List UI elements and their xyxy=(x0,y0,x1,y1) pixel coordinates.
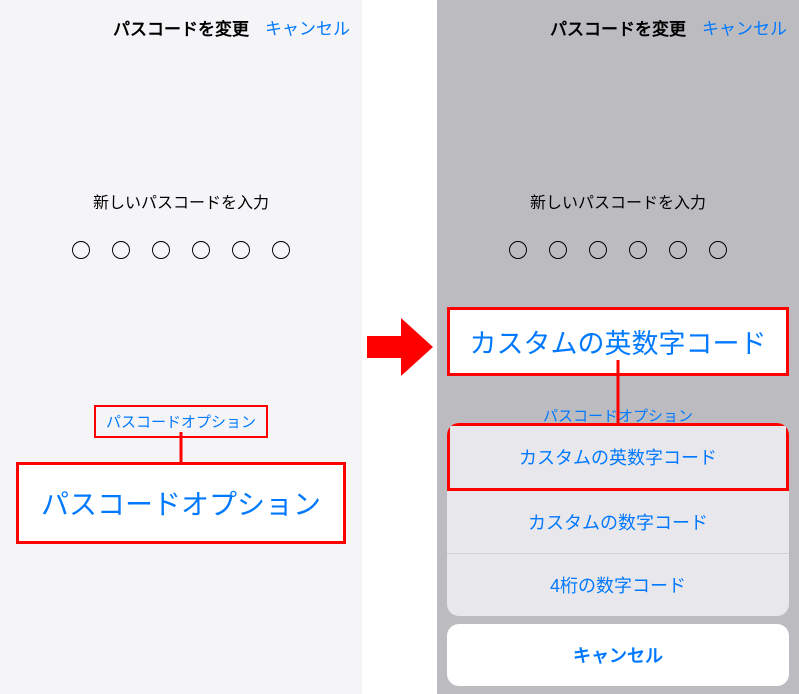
action-sheet-cancel[interactable]: キャンセル xyxy=(447,624,789,686)
option-alphanumeric[interactable]: カスタムの英数字コード xyxy=(447,423,789,491)
passcode-dot xyxy=(112,241,130,259)
passcode-dot xyxy=(509,241,527,259)
arrow-right-icon xyxy=(367,318,433,376)
annotation-callout: パスコードオプション xyxy=(16,462,346,544)
option-numeric[interactable]: カスタムの数字コード xyxy=(447,491,789,554)
right-screen: パスコードを変更 キャンセル 新しいパスコードを入力 カスタムの英数字コード パ… xyxy=(437,0,799,694)
passcode-dot xyxy=(72,241,90,259)
passcode-dot xyxy=(232,241,250,259)
passcode-prompt: 新しいパスコードを入力 xyxy=(0,189,362,213)
passcode-dot xyxy=(589,241,607,259)
passcode-dot xyxy=(152,241,170,259)
passcode-dots[interactable] xyxy=(0,241,362,259)
nav-bar-left: パスコードを変更 キャンセル xyxy=(0,0,362,54)
action-sheet-group: カスタムの英数字コード カスタムの数字コード 4桁の数字コード xyxy=(447,423,789,616)
passcode-prompt: 新しいパスコードを入力 xyxy=(437,189,799,213)
passcode-dot xyxy=(192,241,210,259)
passcode-dot xyxy=(669,241,687,259)
passcode-dot xyxy=(709,241,727,259)
passcode-dot xyxy=(272,241,290,259)
passcode-dots[interactable] xyxy=(437,241,799,259)
left-screen: パスコードを変更 キャンセル 新しいパスコードを入力 パスコードオプション パス… xyxy=(0,0,362,694)
option-4digit[interactable]: 4桁の数字コード xyxy=(447,554,789,616)
cancel-button[interactable]: キャンセル xyxy=(265,15,350,40)
passcode-dot xyxy=(549,241,567,259)
action-sheet: カスタムの英数字コード カスタムの数字コード 4桁の数字コード キャンセル xyxy=(447,423,789,686)
arrow-column xyxy=(362,0,437,694)
nav-bar-right: パスコードを変更 キャンセル xyxy=(437,0,799,54)
passcode-dot xyxy=(629,241,647,259)
cancel-button[interactable]: キャンセル xyxy=(702,15,787,40)
annotation-connector xyxy=(180,432,183,464)
